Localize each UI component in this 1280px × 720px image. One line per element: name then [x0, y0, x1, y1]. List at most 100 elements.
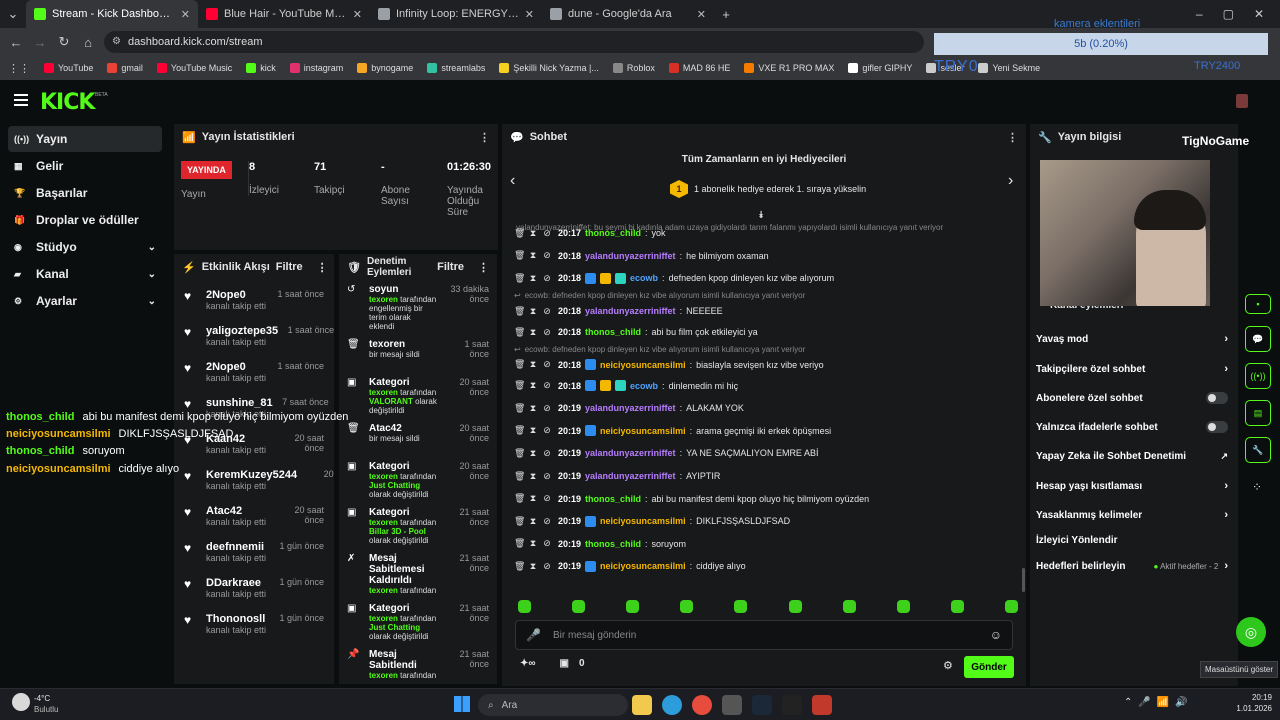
moderator-name[interactable]: texoren — [369, 586, 398, 595]
ban-icon[interactable]: ⊘ — [542, 538, 552, 549]
stream-setting-item[interactable]: İzleyici Yönlendir — [1036, 535, 1228, 546]
help-button[interactable]: ◎ — [1236, 617, 1266, 647]
sidebar-item[interactable]: ▰ Kanal ⌄ — [8, 261, 162, 287]
activity-user[interactable]: sunshine_81 — [206, 397, 273, 409]
sidebar-item[interactable]: ⚙ Ayarlar ⌄ — [8, 288, 162, 314]
stream-setting-item[interactable]: Yasaklanmış kelimeler › — [1036, 509, 1228, 521]
emote-icon[interactable] — [734, 600, 748, 613]
ban-icon[interactable]: ⊘ — [542, 471, 552, 482]
emoji-icon[interactable]: ☺ — [990, 628, 1002, 642]
timeout-icon[interactable]: ⧗ — [528, 228, 538, 239]
timeout-icon[interactable]: ⧗ — [528, 273, 538, 284]
timeout-icon[interactable]: ⧗ — [528, 493, 538, 504]
emote-icon[interactable] — [626, 600, 640, 613]
chat-message[interactable]: 🗑 ⧗ ⊘ 20:19 yalandunyazerriniffet: AYIPTIR — [514, 465, 1014, 488]
stream-setting-item[interactable]: Hesap yaşı kısıtlaması › — [1036, 480, 1228, 492]
right-action-button-1[interactable]: ▪ — [1245, 294, 1271, 314]
timeout-icon[interactable]: ⧗ — [528, 516, 538, 527]
delete-message-icon[interactable]: 🗑 — [514, 380, 525, 391]
delete-message-icon[interactable]: 🗑 — [514, 306, 525, 317]
ban-icon[interactable]: ⊘ — [542, 228, 552, 239]
delete-message-icon[interactable]: 🗑 — [514, 493, 525, 504]
weather-icon[interactable] — [12, 693, 30, 711]
url-field[interactable]: ⚙ dashboard.kick.com/stream — [104, 31, 924, 53]
timeout-icon[interactable]: ⧗ — [528, 538, 538, 549]
activity-user[interactable]: 2Nope0 — [206, 289, 266, 301]
delete-message-icon[interactable]: 🗑 — [514, 425, 525, 436]
delete-message-icon[interactable]: 🗑 — [514, 250, 525, 261]
message-user[interactable]: neiciyosuncamsilmi — [600, 516, 686, 526]
moderation-menu-icon[interactable]: ⋮ — [478, 261, 489, 274]
delete-message-icon[interactable]: 🗑 — [514, 228, 525, 239]
activity-user[interactable]: 2Nope0 — [206, 361, 266, 373]
bookmark-item[interactable]: Yeni Sekme — [978, 63, 1040, 73]
message-user[interactable]: yalandunyazerriniffet — [585, 448, 676, 458]
bookmark-item[interactable]: streamlabs — [427, 63, 485, 73]
emote-icon[interactable] — [680, 600, 694, 613]
bookmark-item[interactable]: kick — [246, 63, 276, 73]
browser-tab[interactable]: Infinity Loop: ENERGY pc - Goo ✕ — [370, 0, 542, 28]
delete-message-icon[interactable]: 🗑 — [514, 471, 525, 482]
chat-pause-icon[interactable]: ⯯ — [758, 210, 764, 221]
forward-icon[interactable]: → — [28, 35, 52, 50]
bookmark-item[interactable]: YouTube Music — [156, 63, 232, 73]
chat-message[interactable]: 🗑 ⧗ ⊘ 20:19 yalandunyazerriniffet: ALAKAM YOK — [514, 397, 1014, 420]
taskbar-search[interactable]: ⌕ Ara — [478, 694, 628, 716]
timeout-icon[interactable]: ⧗ — [528, 425, 538, 436]
browser-tab[interactable]: dune - Google'da Ara ✕ — [542, 0, 714, 28]
tab-close-icon[interactable]: ✕ — [697, 8, 706, 21]
message-user[interactable]: neiciyosuncamsilmi — [600, 561, 686, 571]
delete-message-icon[interactable]: 🗑 — [514, 273, 525, 284]
activity-user[interactable]: KeremKuzey5244 — [206, 469, 297, 481]
sidebar-item[interactable]: ((•)) Yayın — [8, 126, 162, 152]
emote-icon[interactable] — [788, 600, 802, 613]
tab-close-icon[interactable]: ✕ — [353, 8, 362, 21]
chat-settings-icon[interactable]: ⚙ — [943, 659, 953, 672]
start-icon[interactable] — [454, 696, 470, 712]
timeout-icon[interactable]: ⧗ — [528, 448, 538, 459]
moderator-name[interactable]: texoren — [369, 518, 398, 527]
sidebar-item[interactable]: ◉ Stüdyo ⌄ — [8, 234, 162, 260]
delete-message-icon[interactable]: 🗑 — [514, 403, 525, 414]
sidebar-item[interactable]: 🎁 Droplar ve ödüller — [8, 207, 162, 233]
ban-icon[interactable]: ⊘ — [542, 327, 552, 338]
chat-message[interactable]: 🗑 ⧗ ⊘ 20:18 yalandunyazerriniffet: he bilmiyo… — [514, 245, 1014, 268]
activity-user[interactable]: Thononosll — [206, 613, 266, 625]
reload-icon[interactable]: ↻ — [52, 34, 76, 50]
browser-tab[interactable]: Stream - Kick Dashboard ✕ — [26, 0, 198, 28]
moderator-name[interactable]: texoren — [369, 388, 398, 397]
bookmark-item[interactable]: VXE R1 PRO MAX — [744, 63, 834, 73]
emote-icon[interactable] — [572, 600, 586, 613]
chat-popout-button[interactable]: 💬 — [1245, 326, 1271, 352]
delete-message-icon[interactable]: 🗑 — [514, 538, 525, 549]
moderator-name[interactable]: texoren — [369, 295, 398, 304]
chat-message[interactable]: 🗑 ⧗ ⊘ 20:18 thonos_child: abi bu film çok etk… — [514, 321, 1014, 344]
chat-message[interactable]: 🗑 ⧗ ⊘ 20:19 yalandunyazerriniffet: YA NE SAÇM… — [514, 442, 1014, 465]
activity-user[interactable]: Atac42 — [206, 505, 266, 517]
message-user[interactable]: yalandunyazerriniffet — [585, 471, 676, 481]
message-user[interactable]: neiciyosuncamsilmi — [600, 426, 686, 436]
panel-button[interactable]: ▤ — [1245, 400, 1271, 426]
delete-message-icon[interactable]: 🗑 — [514, 359, 525, 370]
chat-message[interactable]: 🗑 ⧗ ⊘ 20:19 neiciyosuncamsilmi: ciddiye alıyo — [514, 555, 1014, 578]
bookmark-item[interactable]: Roblox — [612, 63, 655, 73]
stream-setting-item[interactable]: Takipçilere özel sohbet › — [1036, 363, 1228, 375]
new-tab-icon[interactable]: + — [714, 7, 738, 22]
edge-icon[interactable] — [662, 695, 682, 715]
send-button[interactable]: Gönder — [964, 656, 1014, 678]
bookmark-item[interactable]: YouTube — [44, 63, 93, 73]
file-explorer-icon[interactable] — [632, 695, 652, 715]
message-user[interactable]: thonos_child — [585, 539, 641, 549]
chat-message[interactable]: 🗑 ⧗ ⊘ 20:18 yalandunyazerriniffet: NEEEEE — [514, 302, 1014, 321]
chat-message[interactable]: 🗑 ⧗ ⊘ 20:17 thonos_child: yok — [514, 222, 1014, 245]
bookmark-item[interactable]: gifler GIPHY — [848, 63, 912, 73]
chat-menu-icon[interactable]: ⋮ — [1007, 131, 1018, 144]
timeout-icon[interactable]: ⧗ — [528, 561, 538, 572]
ban-icon[interactable]: ⊘ — [542, 403, 552, 414]
close-window-icon[interactable]: ✕ — [1254, 7, 1264, 21]
epic-icon[interactable] — [782, 695, 802, 715]
menu-icon[interactable] — [14, 94, 28, 106]
delete-message-icon[interactable]: 🗑 — [514, 516, 525, 527]
moderator-name[interactable]: texoren — [369, 472, 398, 481]
tray-icons[interactable]: ⌃🎤📶🔊 — [1124, 697, 1194, 708]
